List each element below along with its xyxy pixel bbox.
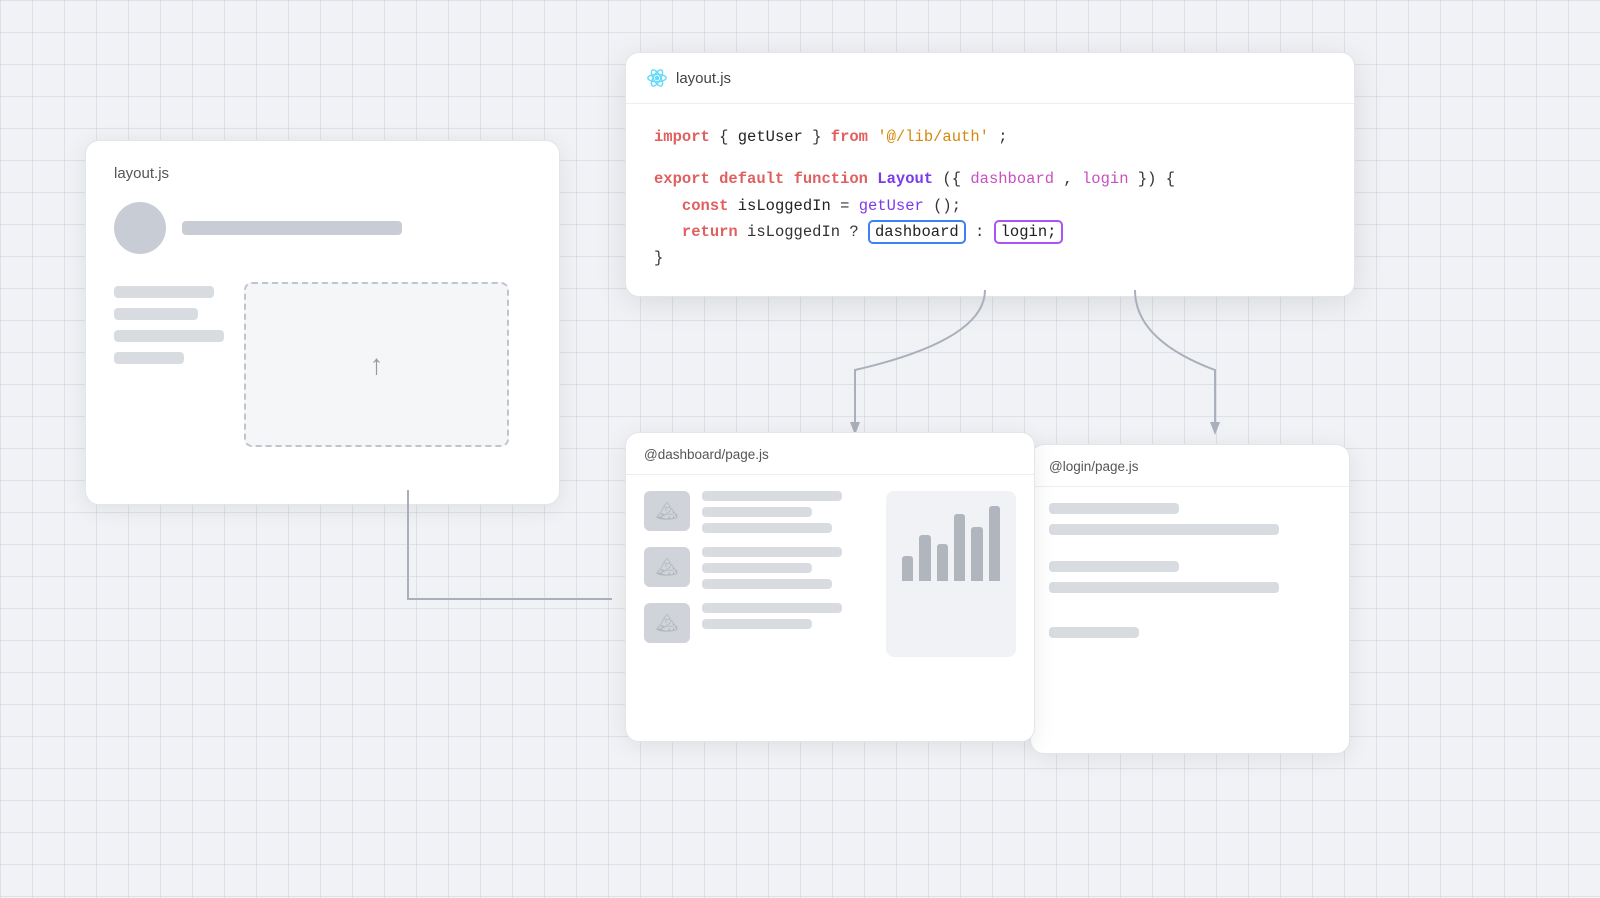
skeleton-bar-4 (114, 352, 184, 364)
avatar-placeholder (114, 202, 166, 254)
skel-2c (702, 579, 832, 589)
login-spacer (1049, 545, 1331, 551)
skeleton-bar-1 (114, 286, 214, 298)
chart-bar (937, 544, 948, 582)
dash-img-3: 🏔 (644, 603, 690, 643)
getuser-ident: getUser (738, 128, 803, 146)
login-skel-4 (1049, 582, 1279, 593)
login-skel-3 (1049, 561, 1179, 572)
react-icon (646, 67, 668, 89)
code-card: layout.js import { getUser } from '@/lib… (625, 52, 1355, 297)
dashboard-highlight: dashboard (868, 220, 966, 244)
chart-bar (954, 514, 965, 581)
login-skeleton-lines (1049, 503, 1331, 638)
mountain-icon-2: 🏔 (656, 557, 679, 578)
dash-img-2: 🏔 (644, 547, 690, 587)
chart-bar (902, 556, 913, 581)
bg-card-title: layout.js (114, 165, 531, 182)
chart-bars-area (894, 499, 1008, 589)
code-card-title: layout.js (676, 70, 731, 87)
login-highlight: login; (994, 220, 1064, 244)
connector-horizontal (407, 598, 612, 600)
dash-row-1: 🏔 (644, 491, 876, 533)
code-line-4: return isLoggedIn ? dashboard : login; (654, 219, 1326, 245)
code-body: import { getUser } from '@/lib/auth' ; e… (626, 104, 1354, 296)
dashboard-list: 🏔 🏔 (644, 491, 876, 657)
kw-function: function (794, 170, 868, 188)
chart-bar (919, 535, 930, 581)
chart-bar (971, 527, 982, 581)
dash-lines-2 (702, 547, 876, 589)
skel-3b (702, 619, 812, 629)
code-spacer-1 (654, 150, 1326, 166)
kw-return: return (682, 223, 738, 241)
skel-1b (702, 507, 812, 517)
skel-1c (702, 523, 832, 533)
import-path-str: '@/lib/auth' (877, 128, 989, 146)
connector-vertical (407, 490, 409, 600)
dash-lines-1 (702, 491, 876, 533)
dash-row-2: 🏔 (644, 547, 876, 589)
code-line-1: import { getUser } from '@/lib/auth' ; (654, 124, 1326, 150)
skel-3a (702, 603, 842, 613)
skel-2b (702, 563, 812, 573)
isloggedin-ident: isLoggedIn (738, 197, 831, 215)
skeleton-bar-3 (114, 330, 224, 342)
login-panel: @login/page.js (1030, 444, 1350, 754)
chart-bar (989, 506, 1000, 581)
mountain-icon-1: 🏔 (656, 501, 679, 522)
login-spacer-2 (1049, 603, 1331, 617)
image-upload-placeholder: ↑ (244, 282, 509, 447)
upload-arrow-icon: ↑ (370, 349, 384, 381)
layout-fn-name: Layout (877, 170, 933, 188)
bg-card-top-row (114, 202, 531, 254)
code-line-3: const isLoggedIn = getUser (); (654, 193, 1326, 219)
login-skel-2 (1049, 524, 1279, 535)
kw-export: export (654, 170, 710, 188)
login-skel-1 (1049, 503, 1179, 514)
skel-1a (702, 491, 842, 501)
skeleton-bar-2 (114, 308, 198, 320)
dash-lines-3 (702, 603, 876, 629)
dashboard-panel: @dashboard/page.js 🏔 (625, 432, 1035, 742)
code-card-header: layout.js (626, 53, 1354, 104)
param-dashboard: dashboard (970, 170, 1054, 188)
kw-default: default (719, 170, 784, 188)
login-panel-header: @login/page.js (1031, 445, 1349, 487)
name-bar-skeleton (182, 221, 402, 235)
bottom-panels: @dashboard/page.js 🏔 (625, 432, 1355, 742)
dash-img-1: 🏔 (644, 491, 690, 531)
dashboard-panel-body: 🏔 🏔 (626, 475, 1034, 673)
dashboard-panel-header: @dashboard/page.js (626, 433, 1034, 475)
login-skel-5 (1049, 627, 1139, 638)
dashboard-chart (886, 491, 1016, 657)
code-line-2: export default function Layout ({ dashbo… (654, 166, 1326, 192)
kw-from: from (831, 128, 868, 146)
param-login: login (1082, 170, 1138, 188)
skel-2a (702, 547, 842, 557)
background-layout-card: layout.js ↑ (85, 140, 560, 505)
dashboard-content: 🏔 🏔 (644, 491, 1016, 657)
mountain-icon-3: 🏔 (656, 613, 679, 634)
bg-card-content: ↑ (114, 282, 531, 447)
kw-const: const (682, 197, 729, 215)
dash-row-3: 🏔 (644, 603, 876, 643)
code-line-5: } (654, 245, 1326, 271)
left-skeleton-bars (114, 286, 224, 447)
kw-import: import (654, 128, 710, 146)
getuser-call: getUser (859, 197, 924, 215)
login-panel-body (1031, 487, 1349, 654)
